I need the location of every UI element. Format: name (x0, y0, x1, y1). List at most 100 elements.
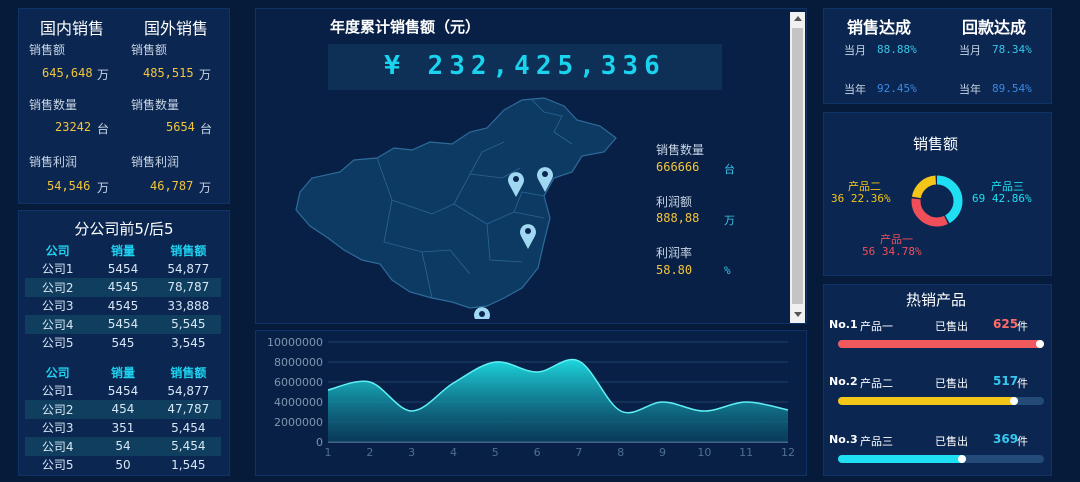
foreign-qty-label: 销售数量 (131, 98, 180, 112)
x-tick-label: 12 (781, 446, 795, 459)
foreign-sales-value: 485,515 (143, 66, 194, 80)
y-tick-label: 4000000 (274, 396, 323, 409)
x-tick-label: 8 (617, 446, 624, 459)
foreign-qty-value: 5654 (166, 120, 195, 134)
foreign-profit-label: 销售利润 (131, 155, 180, 169)
table-row: 公司1 5454 54,877 (25, 382, 221, 401)
table-row: 公司5 545 3,545 (25, 334, 221, 353)
hot-item-rank: No.1 (829, 318, 858, 331)
location-pin-icon (508, 172, 524, 197)
monthly-sales-area-chart: 1000000080000006000000400000020000000 12… (267, 336, 795, 459)
y-tick-label: 0 (316, 436, 323, 449)
cell: 公司5 (41, 336, 74, 351)
metric-label: 利润额 (656, 195, 693, 209)
y-tick-label: 6000000 (274, 376, 323, 389)
cell: 公司2 (41, 402, 74, 417)
hot-item-bar (838, 397, 1044, 405)
cell: 公司1 (41, 262, 74, 277)
foreign-sales-unit: 万 (199, 68, 212, 82)
table-header: 公司 销量 销售额 (25, 241, 221, 260)
cell: 4545 (107, 280, 139, 295)
top5-table: 公司 销量 销售额 公司1 5454 54,877 公司2 4545 78,787 公司… (25, 241, 221, 352)
domestic-title: 国内销售 (40, 19, 105, 38)
scroll-down-arrow[interactable] (794, 312, 802, 317)
scrollbar-thumb[interactable] (792, 28, 803, 304)
hot-item-count: 517 (993, 374, 1019, 388)
hot-item-count: 625 (993, 317, 1019, 331)
branch-ranking-title: 分公司前5/后5 (74, 220, 174, 238)
col-sales: 销售额 (170, 243, 207, 258)
cell: 50 (115, 457, 131, 472)
hot-item-rank: No.3 (829, 433, 858, 446)
annual-total-box: ¥ 232,425,336 (328, 44, 722, 90)
hot-item-name: 产品二 (860, 377, 893, 390)
hot-products-title: 热销产品 (906, 291, 967, 309)
table-row: 公司3 351 5,454 (25, 419, 221, 438)
cell: 5,454 (171, 420, 206, 435)
return-year-value: 89.54% (992, 82, 1032, 95)
hot-item-bar-knob (1010, 397, 1019, 405)
annual-sales-title: 年度累计销售额（元） (330, 18, 481, 36)
cell: 公司4 (41, 317, 74, 332)
table-row: 公司2 454 47,787 (25, 400, 221, 419)
x-tick-label: 9 (659, 446, 666, 459)
hot-item-bar-fill (838, 455, 966, 463)
cell: 公司3 (41, 421, 74, 436)
domestic-sales-unit: 万 (97, 68, 110, 82)
domestic-profit-label: 销售利润 (29, 155, 78, 169)
cell: 78,787 (167, 280, 210, 295)
hot-item-name: 产品一 (860, 320, 893, 333)
return-month-label: 当月 (959, 44, 981, 57)
hot-item-bar-knob (957, 455, 966, 463)
domestic-profit-value: 54,546 (47, 179, 91, 193)
cell: 454 (111, 402, 135, 417)
col-company: 公司 (45, 243, 70, 258)
location-pin-icon (537, 167, 553, 192)
sales-achieve-title: 销售达成 (847, 18, 912, 37)
x-tick-label: 3 (408, 446, 415, 459)
metric-value: 58.80 (656, 263, 693, 277)
cell: 545 (111, 335, 135, 350)
x-tick-label: 1 (325, 446, 332, 459)
cell: 5454 (107, 317, 139, 332)
table-row: 公司4 5454 5,545 (25, 315, 221, 334)
return-month-value: 78.34% (992, 43, 1032, 56)
col-qty: 销量 (110, 365, 135, 380)
hot-item-name: 产品三 (860, 435, 893, 448)
table-row: 公司5 50 1,545 (25, 456, 221, 475)
hot-item-bar (838, 340, 1044, 348)
return-year-label: 当年 (959, 83, 981, 96)
cell: 公司5 (41, 458, 74, 473)
x-tick-label: 10 (697, 446, 711, 459)
table-header: 公司 销量 销售额 (25, 363, 221, 382)
donut-value-product1: 56 34.78% (862, 245, 922, 258)
foreign-sales-label: 销售额 (131, 43, 168, 57)
cell: 1,545 (171, 457, 206, 472)
cell: 公司4 (41, 439, 74, 454)
metric-label: 销售数量 (656, 143, 705, 157)
scroll-up-arrow[interactable] (794, 16, 802, 21)
cell: 54,877 (167, 261, 210, 276)
cell: 33,888 (167, 298, 210, 313)
table-row: 公司4 54 5,454 (25, 437, 221, 456)
cell: 公司3 (41, 299, 74, 314)
donut-product1-pct: 34.78% (881, 245, 922, 258)
donut-product2-count: 36 (831, 192, 845, 205)
domestic-sales-value: 645,648 (42, 66, 93, 80)
hot-item-sold-label: 已售出 (935, 320, 968, 333)
china-map (295, 97, 617, 309)
cell: 351 (111, 420, 135, 435)
vertical-scrollbar[interactable] (790, 12, 805, 323)
x-tick-label: 7 (575, 446, 582, 459)
x-tick-label: 2 (366, 446, 373, 459)
metric-label: 利润率 (656, 246, 693, 260)
donut-product2-pct: 22.36% (850, 192, 891, 205)
location-pin-icon (474, 307, 490, 319)
x-tick-label: 6 (534, 446, 541, 459)
metric-unit: % (724, 264, 731, 277)
location-pin-icon (520, 224, 536, 249)
hot-item-bar-fill (838, 340, 1044, 348)
col-sales: 销售额 (170, 365, 207, 380)
sales-month-value: 88.88% (877, 43, 917, 56)
domestic-qty-value: 23242 (55, 120, 92, 134)
